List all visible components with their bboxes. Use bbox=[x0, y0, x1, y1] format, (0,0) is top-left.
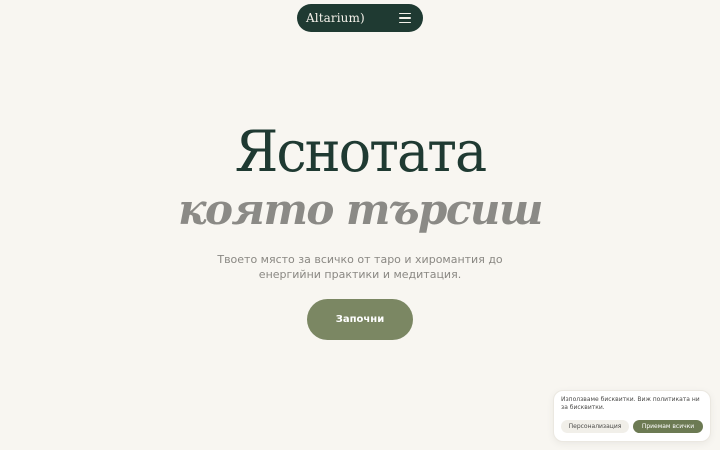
hero-description: Твоето място за всичко от таро и хироман… bbox=[217, 253, 503, 281]
menu-line bbox=[399, 13, 411, 15]
customize-cookies-button[interactable]: Персонализация bbox=[561, 420, 629, 433]
hero-subtitle: която търсиш bbox=[178, 185, 543, 234]
start-button[interactable]: Започни bbox=[307, 299, 413, 340]
hamburger-menu-icon[interactable] bbox=[399, 13, 411, 23]
cookie-consent-banner: Използваме бисквитки. Виж политиката ни … bbox=[553, 390, 711, 442]
menu-line bbox=[399, 21, 411, 23]
accept-all-cookies-button[interactable]: Приемам всички bbox=[633, 420, 703, 433]
hero-title: Яснотата bbox=[234, 118, 488, 185]
cookie-message: Използваме бисквитки. Виж политиката ни … bbox=[561, 396, 700, 411]
cookie-actions: Персонализация Приемам всички bbox=[561, 420, 703, 433]
brand-logo[interactable]: Altarium) bbox=[306, 11, 365, 25]
menu-line bbox=[399, 17, 411, 19]
landing-page: Altarium) Яснотата която търсиш Твоето м… bbox=[0, 0, 720, 450]
top-navbar: Altarium) bbox=[297, 4, 423, 32]
